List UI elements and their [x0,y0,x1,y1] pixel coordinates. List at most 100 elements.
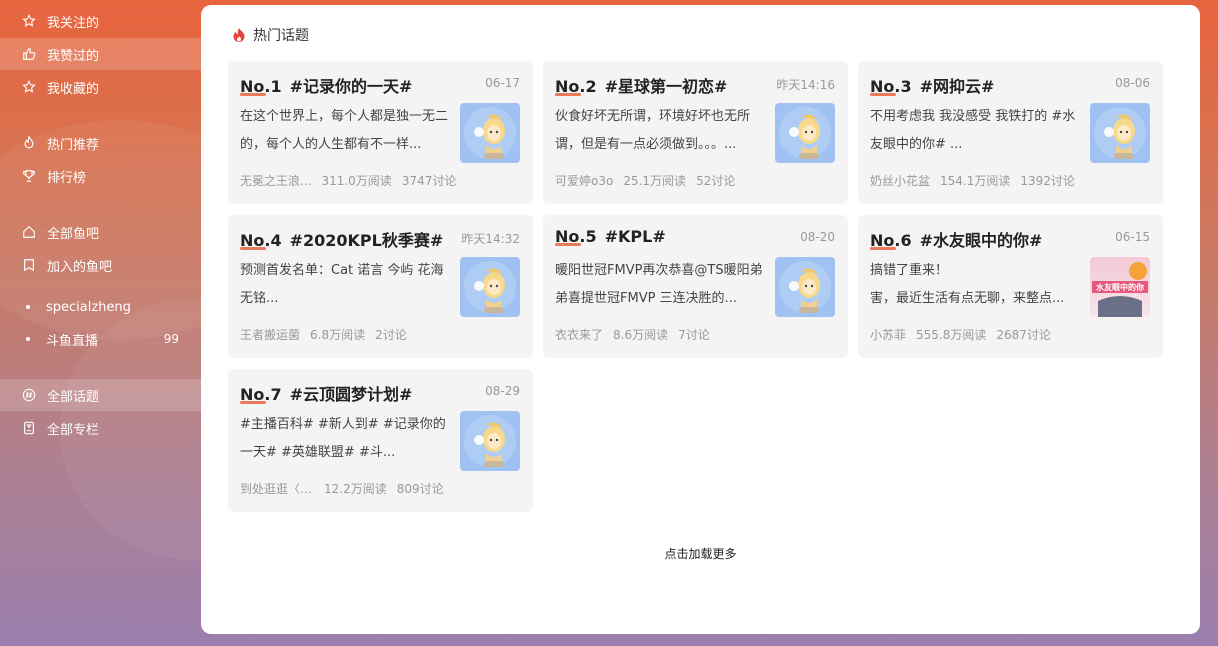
topic-title[interactable]: No.2 #星球第一初恋# [555,73,727,97]
topic-card[interactable]: No.7 #云顶圆梦计划# 08-29 #主播百科# #新人到# #记录你的一天#… [228,369,533,512]
topics-panel: 热门话题 No.1 #记录你的一天# 06-17 在这个世界上，每个人都是独一无二… [201,5,1200,634]
topic-author[interactable]: 王者搬运菌 [240,326,300,343]
sidebar-item-label: 全部鱼吧 [47,226,100,242]
topic-reads: 311.0万阅读 [321,174,392,188]
topic-thumbnail[interactable] [460,103,520,163]
topic-description[interactable]: 伙食好坏无所谓，环境好坏也无所谓，但是有一点必须做到。。。... [555,103,767,159]
sidebar-group-douyu-live[interactable]: 斗鱼直播 99 [0,323,201,355]
star-outline-icon [22,14,36,28]
topic-title[interactable]: No.1 #记录你的一天# [240,73,412,97]
topic-rank: No.7 [240,385,282,404]
topic-thumbnail[interactable] [460,411,520,471]
topic-card[interactable]: No.4 #2020KPL秋季赛# 昨天14:32 预测首发名单：Cat 诺言 今… [228,215,533,358]
sidebar-item-label: 斗鱼直播 [46,333,99,349]
sidebar-item-all-columns[interactable]: 全部专栏 [0,412,201,444]
topic-description[interactable]: 在这个世界上，每个人都是独一无二的，每个人的人生都有不一样... [240,103,452,159]
bookmark-icon [22,258,36,272]
star-icon [22,80,36,94]
sidebar-item-hot[interactable]: 热门推荐 [0,127,201,159]
topic-rank: No.6 [870,231,912,250]
topic-description[interactable]: 不用考虑我 我没感受 我铁打的 #水友眼中的你# ... [870,103,1082,159]
sidebar-item-all-topics[interactable]: 全部话题 [0,379,201,411]
hashtag-icon [22,388,36,402]
sidebar-item-label: 全部专栏 [47,422,100,438]
topic-thumbnail[interactable] [775,103,835,163]
topic-title[interactable]: No.3 #网抑云# [870,73,994,97]
sidebar: 我关注的 我赞过的 我收藏的 热门推荐 排行榜 全部鱼吧 加入的鱼吧 speci… [0,0,201,646]
topic-name: #KPL# [604,227,666,246]
sidebar-group-specialzheng[interactable]: specialzheng [0,291,201,323]
topic-date: 昨天14:32 [461,232,520,246]
topic-author[interactable]: 衣衣来了 [555,326,603,343]
topic-author[interactable]: 奶丝小花盆 [870,172,930,189]
topic-meta: 衣衣来了 8.6万阅读 7讨论 [555,326,720,343]
sidebar-item-ranking[interactable]: 排行榜 [0,160,201,192]
poster-text: 水友眼中的你 [1095,282,1144,292]
topic-name: #网抑云# [919,77,995,96]
topic-reads: 6.8万阅读 [310,328,366,342]
topic-date: 06-17 [485,76,520,90]
topic-comments: 3747讨论 [401,174,457,188]
topic-name: #2020KPL秋季赛# [289,231,444,250]
sidebar-item-joined-groups[interactable]: 加入的鱼吧 [0,249,201,281]
sidebar-item-label: specialzheng [46,299,131,315]
bullet-dot [26,337,30,341]
sidebar-item-liked[interactable]: 我赞过的 [0,38,201,70]
topic-comments: 52讨论 [696,174,736,188]
topic-date: 昨天14:16 [776,78,835,92]
topic-name: #星球第一初恋# [604,77,728,96]
topic-name: #水友眼中的你# [919,231,1043,250]
page-title: 热门话题 [253,28,309,44]
sidebar-item-following[interactable]: 我关注的 [0,5,201,37]
bullet-dot [26,305,30,309]
topic-comments: 1392讨论 [1020,174,1075,188]
topic-card[interactable]: No.3 #网抑云# 08-06 不用考虑我 我没感受 我铁打的 #水友眼中的你#… [858,61,1163,204]
topic-comments: 809讨论 [396,482,444,496]
sidebar-item-label: 热门推荐 [47,137,100,153]
topic-author[interactable]: 到处逛逛〈〈... [240,480,314,497]
topic-reads: 555.8万阅读 [916,328,987,342]
topic-title[interactable]: No.5 #KPL# [555,227,666,246]
topic-date: 06-15 [1115,230,1150,244]
topic-description[interactable]: #主播百科# #新人到# #记录你的一天# #英雄联盟# #斗... [240,411,452,467]
topic-description[interactable]: 预测首发名单：Cat 诺言 今屿 花海 无铭... [240,257,452,313]
topic-thumbnail[interactable] [460,257,520,317]
topic-date: 08-06 [1115,76,1150,90]
load-more-button[interactable]: 点击加载更多 [201,545,1200,562]
topic-reads: 25.1万阅读 [623,174,687,188]
topic-description[interactable]: 暖阳世冠FMVP再次恭喜@TS暖阳弟弟喜提世冠FMVP 三连决胜的... [555,257,767,313]
topic-meta: 奶丝小花盆 154.1万阅读 1392讨论 [870,172,1085,189]
flame-icon [22,136,36,150]
topic-card[interactable]: No.6 #水友眼中的你# 06-15 搞错了重来！ 害，最近生活有点无聊，来整点… [858,215,1163,358]
topic-thumbnail[interactable] [775,257,835,317]
topic-author[interactable]: 无冕之王浪... [240,172,311,189]
topic-meta: 小苏菲 555.8万阅读 2687讨论 [870,326,1061,343]
column-icon [22,421,36,435]
topic-rank: No.4 [240,231,282,250]
home-icon [22,225,36,239]
topic-description[interactable]: 搞错了重来！ 害，最近生活有点无聊，来整点... [870,257,1082,313]
sidebar-item-label: 我赞过的 [47,48,100,64]
sidebar-item-label: 排行榜 [47,170,87,186]
topic-rank: No.5 [555,227,597,246]
topic-author[interactable]: 可爱婷o3o [555,172,613,189]
topic-author[interactable]: 小苏菲 [870,326,906,343]
topic-title[interactable]: No.4 #2020KPL秋季赛# [240,227,443,251]
topic-title[interactable]: No.6 #水友眼中的你# [870,227,1042,251]
sidebar-item-favorites[interactable]: 我收藏的 [0,71,201,103]
topic-thumbnail[interactable]: 水友眼中的你 [1090,257,1150,317]
topic-card[interactable]: No.5 #KPL# 08-20 暖阳世冠FMVP再次恭喜@TS暖阳弟弟喜提世冠F… [543,215,848,358]
sidebar-item-label: 加入的鱼吧 [47,259,113,275]
topic-meta: 到处逛逛〈〈... 12.2万阅读 809讨论 [240,480,454,497]
topic-date: 08-29 [485,384,520,398]
topic-thumbnail[interactable] [1090,103,1150,163]
topic-card[interactable]: No.1 #记录你的一天# 06-17 在这个世界上，每个人都是独一无二的，每个人… [228,61,533,204]
topic-title[interactable]: No.7 #云顶圆梦计划# [240,381,412,405]
sidebar-item-label: 我收藏的 [47,81,100,97]
topic-reads: 154.1万阅读 [940,174,1011,188]
topic-comments: 7讨论 [678,328,710,342]
topic-comments: 2687讨论 [996,328,1051,342]
sidebar-item-all-groups[interactable]: 全部鱼吧 [0,216,201,248]
topic-meta: 王者搬运菌 6.8万阅读 2讨论 [240,326,417,343]
topic-card[interactable]: No.2 #星球第一初恋# 昨天14:16 伙食好坏无所谓，环境好坏也无所谓，但是… [543,61,848,204]
